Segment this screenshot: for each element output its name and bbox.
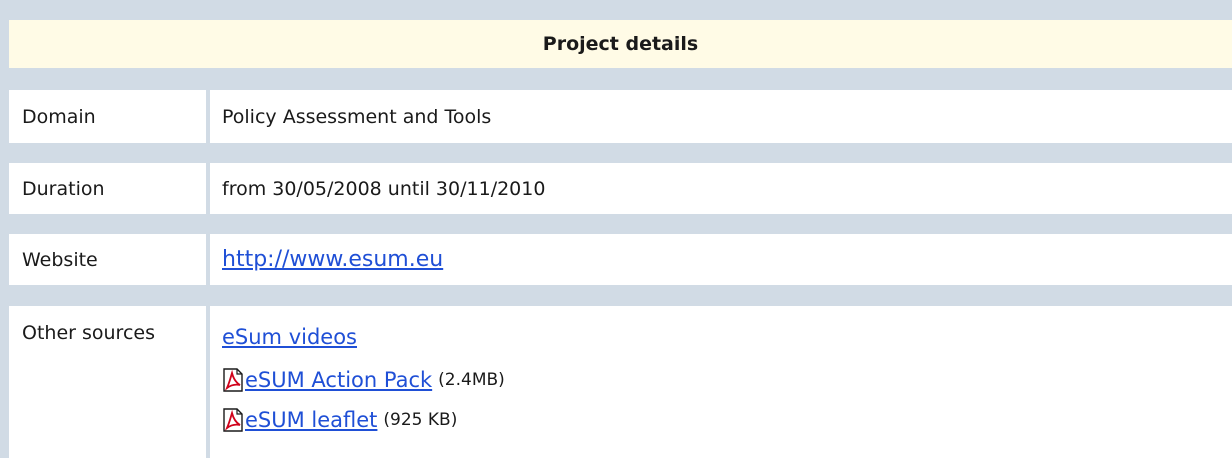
website-label: Website [9,234,206,285]
table-title: Project details [9,20,1232,68]
duration-value: from 30/05/2008 until 30/11/2010 [210,163,1232,214]
leaflet-size: (925 KB) [383,410,458,430]
duration-value-text: from 30/05/2008 until 30/11/2010 [222,177,546,200]
source-item-leaflet: eSUM leaflet (925 KB) [222,400,1232,440]
source-item-videos: eSum videos [222,320,1232,354]
other-sources-label-text: Other sources [22,322,155,344]
domain-label-text: Domain [22,105,96,128]
domain-value-text: Policy Assessment and Tools [222,105,492,128]
website-value: http://www.esum.eu [210,234,1232,285]
pdf-icon [223,368,243,392]
domain-label: Domain [9,90,206,143]
duration-label: Duration [9,163,206,214]
action-pack-size: (2.4MB) [438,370,505,390]
other-sources-value: eSum videos eSUM Action Pack (2.4MB) eSU… [210,306,1232,458]
esum-action-pack-link[interactable]: eSUM Action Pack [245,368,432,392]
esum-leaflet-link[interactable]: eSUM leaflet [245,408,377,432]
other-sources-label: Other sources [9,306,206,458]
domain-value: Policy Assessment and Tools [210,90,1232,143]
table-title-text: Project details [542,33,699,55]
pdf-icon [223,408,243,432]
project-details-table: Project details Domain Policy Assessment… [0,0,1232,458]
website-link[interactable]: http://www.esum.eu [222,247,443,272]
website-label-text: Website [22,248,98,271]
duration-label-text: Duration [22,177,105,200]
esum-videos-link[interactable]: eSum videos [222,325,357,349]
source-item-action-pack: eSUM Action Pack (2.4MB) [222,360,1232,400]
